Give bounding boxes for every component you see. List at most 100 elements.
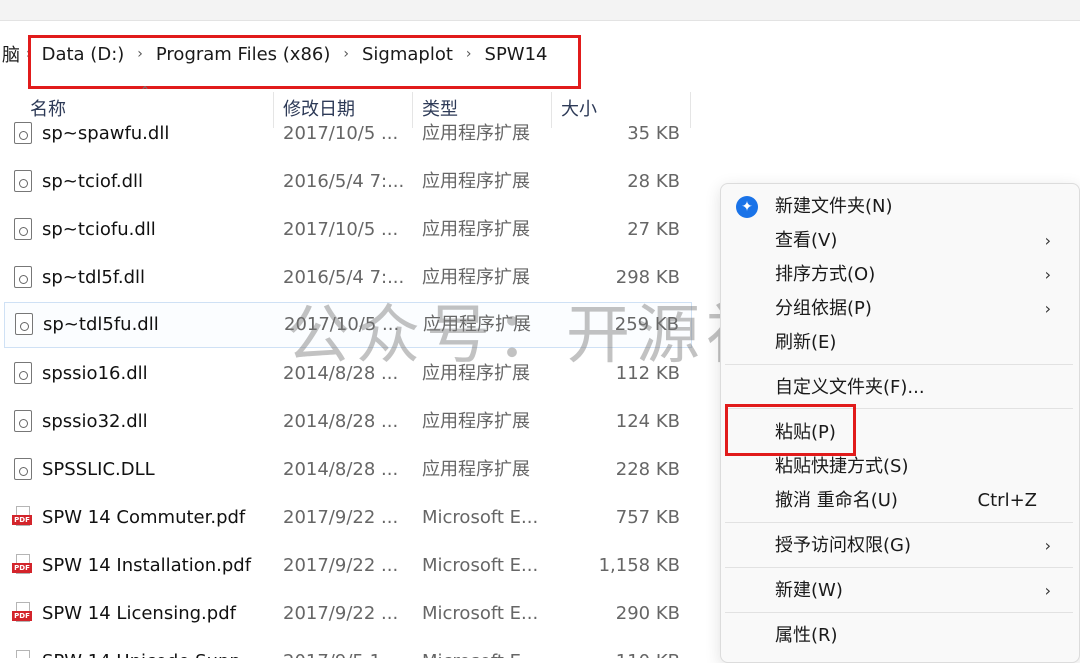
- file-row[interactable]: spssio32.dll 2014/8/28 ... 应用程序扩展 124 KB: [4, 400, 692, 444]
- breadcrumb[interactable]: 脑 › Data (D:) › Program Files (x86) › Si…: [0, 30, 1080, 78]
- file-row-partial[interactable]: PDF SPW 14 Unicode Supp... 2017/9/5 1...…: [4, 640, 692, 658]
- file-type: 应用程序扩展: [422, 459, 530, 480]
- dll-icon: [14, 218, 32, 240]
- file-type: 应用程序扩展: [422, 267, 530, 288]
- breadcrumb-item-sigmaplot[interactable]: Sigmaplot: [360, 44, 455, 65]
- file-size: 259 KB: [614, 314, 679, 335]
- file-type: 应用程序扩展: [422, 123, 530, 144]
- pdf-icon: PDF: [12, 602, 32, 624]
- menu-item-label: 撤消 重命名(U): [775, 490, 898, 511]
- file-row[interactable]: PDF SPW 14 Commuter.pdf 2017/9/22 ... Mi…: [4, 496, 692, 540]
- file-date: 2014/8/28 ...: [283, 459, 399, 480]
- menu-item-paste[interactable]: 粘贴(P): [721, 416, 1077, 450]
- breadcrumb-separator-icon[interactable]: ›: [137, 46, 143, 62]
- file-date: 2014/8/28 ...: [283, 363, 399, 384]
- file-date: 2017/10/5 ...: [283, 123, 399, 144]
- file-name: spssio32.dll: [42, 411, 148, 432]
- menu-item-sort-by[interactable]: 排序方式(O) ›: [721, 258, 1077, 292]
- file-row[interactable]: SPSSLIC.DLL 2014/8/28 ... 应用程序扩展 228 KB: [4, 448, 692, 492]
- menu-item-paste-shortcut[interactable]: 粘贴快捷方式(S): [721, 450, 1077, 484]
- pdf-icon: PDF: [14, 650, 32, 658]
- file-date: 2017/9/22 ...: [283, 603, 399, 624]
- file-name: sp~tdl5fu.dll: [43, 314, 159, 335]
- title-bar-strip: [0, 0, 1080, 21]
- file-name: SPW 14 Licensing.pdf: [42, 603, 236, 624]
- file-size: 27 KB: [627, 219, 680, 240]
- dll-icon: [14, 266, 32, 288]
- breadcrumb-separator-icon[interactable]: ›: [343, 46, 349, 62]
- file-type: 应用程序扩展: [422, 219, 530, 240]
- file-list: sp~spawfu.dll 2017/10/5 ... 应用程序扩展 35 KB…: [0, 110, 700, 658]
- menu-item-customize-folder[interactable]: 自定义文件夹(F)...: [721, 371, 1077, 405]
- breadcrumb-item-program-files[interactable]: Program Files (x86): [154, 44, 333, 65]
- menu-separator: [725, 408, 1073, 409]
- menu-item-refresh[interactable]: 刷新(E): [721, 326, 1077, 360]
- menu-separator: [725, 567, 1073, 568]
- file-size: 757 KB: [615, 507, 680, 528]
- menu-item-label: 粘贴(P): [775, 422, 836, 443]
- breadcrumb-item-drive[interactable]: Data (D:): [40, 44, 127, 65]
- menu-item-label: 分组依据(P): [775, 298, 872, 319]
- menu-item-undo-rename[interactable]: 撤消 重命名(U) Ctrl+Z: [721, 484, 1077, 518]
- menu-item-new-folder[interactable]: ✦ 新建文件夹(N): [721, 190, 1077, 224]
- menu-item-shortcut: Ctrl+Z: [977, 490, 1037, 511]
- menu-item-properties[interactable]: 属性(R): [721, 619, 1077, 653]
- file-name: SPW 14 Unicode Supp...: [42, 640, 258, 658]
- file-row[interactable]: sp~spawfu.dll 2017/10/5 ... 应用程序扩展 35 KB: [4, 112, 692, 156]
- menu-item-label: 授予访问权限(G): [775, 535, 911, 556]
- file-date: 2016/5/4 7:...: [283, 267, 405, 288]
- file-row[interactable]: sp~tdl5f.dll 2016/5/4 7:... 应用程序扩展 298 K…: [4, 256, 692, 300]
- file-size: 298 KB: [615, 267, 680, 288]
- file-name: SPSSLIC.DLL: [42, 459, 155, 480]
- dll-icon: [14, 458, 32, 480]
- breadcrumb-separator-icon[interactable]: ›: [26, 46, 32, 62]
- menu-item-group-by[interactable]: 分组依据(P) ›: [721, 292, 1077, 326]
- file-row[interactable]: spssio16.dll 2014/8/28 ... 应用程序扩展 112 KB: [4, 352, 692, 396]
- file-name: SPW 14 Installation.pdf: [42, 555, 252, 576]
- file-type: Microsoft E...: [422, 555, 539, 576]
- file-date: 2017/9/22 ...: [283, 507, 399, 528]
- menu-item-label: 新建(W): [775, 580, 843, 601]
- chevron-right-icon: ›: [1044, 581, 1051, 600]
- file-date: 2017/9/22 ...: [283, 555, 399, 576]
- sort-caret-icon: ⌃: [140, 84, 151, 98]
- dll-icon: [14, 122, 32, 144]
- file-date: 2016/5/4 7:...: [283, 171, 405, 192]
- breadcrumb-item-partial[interactable]: 脑: [0, 41, 22, 67]
- menu-item-view[interactable]: 查看(V) ›: [721, 224, 1077, 258]
- file-type: Microsoft E...: [422, 640, 538, 658]
- context-menu: ✦ 新建文件夹(N) 查看(V) › 排序方式(O) › 分组依据(P) › 刷…: [720, 183, 1080, 663]
- file-row[interactable]: PDF SPW 14 Licensing.pdf 2017/9/22 ... M…: [4, 592, 692, 636]
- file-type: 应用程序扩展: [422, 411, 530, 432]
- chevron-right-icon: ›: [1044, 265, 1051, 284]
- chevron-right-icon: ›: [1044, 231, 1051, 250]
- menu-item-label: 粘贴快捷方式(S): [775, 456, 909, 477]
- file-row[interactable]: sp~tciofu.dll 2017/10/5 ... 应用程序扩展 27 KB: [4, 208, 692, 252]
- file-type: Microsoft E...: [422, 507, 539, 528]
- file-date: 2017/10/5 ...: [283, 219, 399, 240]
- new-folder-icon: ✦: [736, 196, 758, 218]
- file-size: 110 KB: [616, 640, 680, 658]
- breadcrumb-item-spw14[interactable]: SPW14: [483, 44, 550, 65]
- menu-item-new[interactable]: 新建(W) ›: [721, 574, 1077, 608]
- file-size: 228 KB: [615, 459, 680, 480]
- pdf-icon: PDF: [12, 506, 32, 528]
- dll-icon: [15, 313, 33, 335]
- menu-item-label: 自定义文件夹(F)...: [775, 377, 925, 398]
- file-name: sp~tdl5f.dll: [42, 267, 145, 288]
- file-size: 290 KB: [615, 603, 680, 624]
- file-row-selected[interactable]: sp~tdl5fu.dll 2017/10/5 ... 应用程序扩展 259 K…: [4, 302, 692, 348]
- file-name: sp~tciofu.dll: [42, 219, 156, 240]
- menu-item-give-access[interactable]: 授予访问权限(G) ›: [721, 529, 1077, 563]
- breadcrumb-separator-icon[interactable]: ›: [466, 46, 472, 62]
- file-name: spssio16.dll: [42, 363, 148, 384]
- chevron-right-icon: ›: [1044, 536, 1051, 555]
- file-type: 应用程序扩展: [422, 171, 530, 192]
- file-date: 2014/8/28 ...: [283, 411, 399, 432]
- file-name: sp~tciof.dll: [42, 171, 144, 192]
- file-row[interactable]: PDF SPW 14 Installation.pdf 2017/9/22 ..…: [4, 544, 692, 588]
- file-type: 应用程序扩展: [422, 363, 530, 384]
- menu-item-label: 排序方式(O): [775, 264, 876, 285]
- file-date: 2017/10/5 ...: [284, 314, 400, 335]
- file-row[interactable]: sp~tciof.dll 2016/5/4 7:... 应用程序扩展 28 KB: [4, 160, 692, 204]
